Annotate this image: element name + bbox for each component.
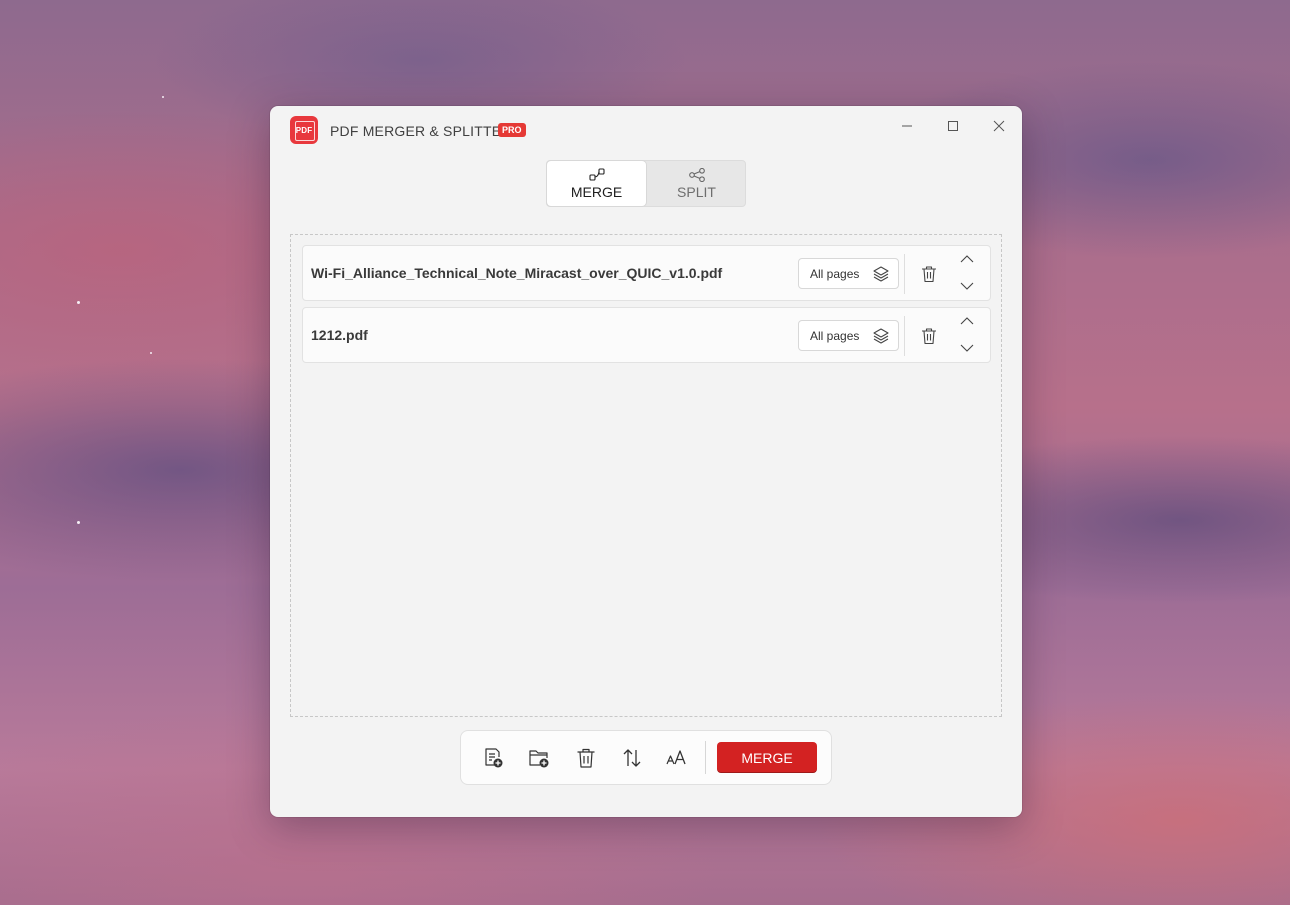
star [150,352,152,354]
trash-icon [922,266,936,283]
title-bar[interactable]: PDF PDF MERGER & SPLITTER PRO [270,106,1022,154]
maximize-icon [948,121,958,131]
app-logo: PDF [290,116,318,144]
divider [705,741,706,774]
file-drop-area[interactable]: Wi-Fi_Alliance_Technical_Note_Miracast_o… [290,234,1002,717]
tab-merge[interactable]: MERGE [547,161,646,206]
star [77,301,80,304]
move-up-button[interactable] [955,250,979,268]
page-range-label: All pages [810,266,860,281]
page-range-button[interactable]: All pages [798,320,899,351]
bottom-toolbar: MERGE [460,730,832,785]
star [77,521,80,524]
file-name: Wi-Fi_Alliance_Technical_Note_Miracast_o… [311,265,723,281]
merge-button[interactable]: MERGE [717,742,817,773]
minimize-icon [902,125,912,127]
font-size-icon [666,750,686,765]
tab-split-label: SPLIT [677,183,716,200]
file-row[interactable]: 1212.pdf All pages [302,307,991,363]
tab-merge-label: MERGE [570,183,623,200]
add-file-button[interactable] [479,744,507,772]
minimize-button[interactable] [887,112,927,140]
app-window: PDF PDF MERGER & SPLITTER PRO MERGE SPLI… [270,106,1022,817]
page-range-label: All pages [810,328,860,343]
maximize-button[interactable] [933,112,973,140]
delete-all-icon [577,748,595,768]
move-up-button[interactable] [955,312,979,330]
add-file-icon [485,748,503,768]
page-range-button[interactable]: All pages [798,258,899,289]
move-down-button[interactable] [955,277,979,295]
add-folder-icon [529,750,549,768]
star [162,96,164,98]
file-row[interactable]: Wi-Fi_Alliance_Technical_Note_Miracast_o… [302,245,991,301]
chevron-down-icon [960,282,974,290]
file-name: 1212.pdf [311,327,368,343]
divider [904,316,905,356]
mode-tabs: MERGE SPLIT [546,160,746,207]
delete-file-button[interactable] [916,323,942,349]
divider [904,254,905,294]
pro-badge: PRO [498,123,526,137]
layers-icon [873,328,889,344]
trash-icon [922,328,936,345]
split-icon [688,167,705,182]
delete-all-button[interactable] [572,744,600,772]
add-folder-button[interactable] [525,744,553,772]
font-size-button[interactable] [663,744,691,772]
tab-split[interactable]: SPLIT [647,161,746,206]
sort-icon [623,749,641,767]
delete-file-button[interactable] [916,261,942,287]
move-down-button[interactable] [955,339,979,357]
sort-button[interactable] [618,744,646,772]
chevron-up-icon [960,317,974,325]
merge-icon [588,167,605,181]
chevron-up-icon [960,255,974,263]
layers-icon [873,266,889,282]
app-title: PDF MERGER & SPLITTER [330,123,512,139]
close-icon [993,120,1005,132]
chevron-down-icon [960,344,974,352]
close-button[interactable] [979,112,1019,140]
